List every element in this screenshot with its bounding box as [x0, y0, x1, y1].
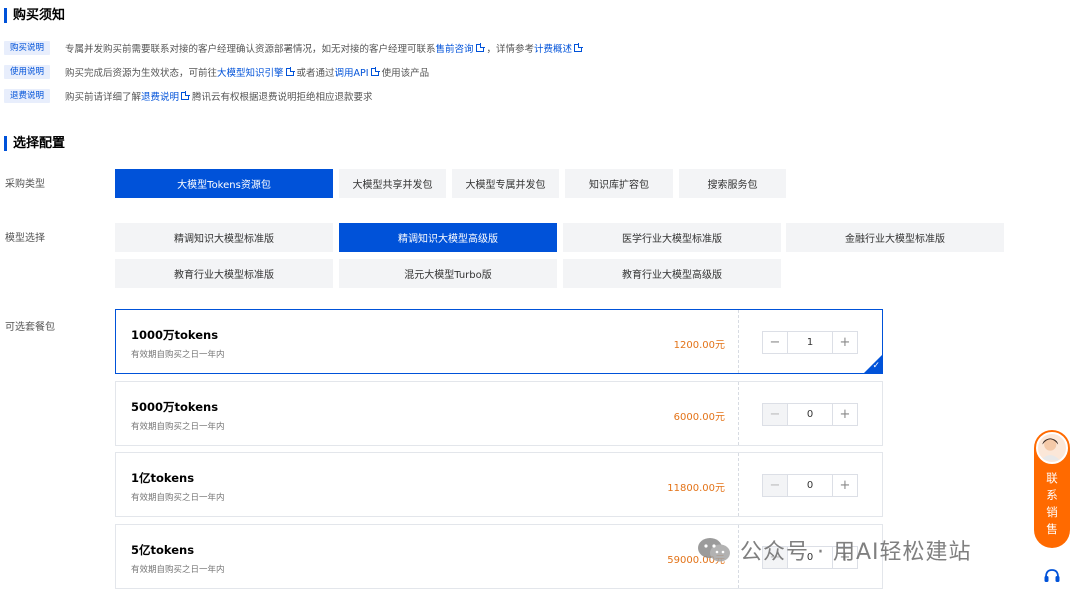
- external-link-icon: [181, 92, 190, 100]
- notice-row-refund: 退费说明 购买前请详细了解 退费说明 腾讯云有权根据退费说明拒绝相应退款要求: [4, 88, 373, 104]
- purchase-type-shared-concurrency[interactable]: 大模型共享并发包: [339, 169, 446, 198]
- notice-title: 购买须知: [4, 7, 65, 24]
- package-card[interactable]: 1000万tokens 有效期自购买之日一年内 1200.00元 − 1 + ✓: [115, 309, 883, 374]
- external-link-icon: [574, 44, 583, 52]
- decrement-button[interactable]: −: [763, 404, 788, 425]
- purchase-type-kb-expansion[interactable]: 知识库扩容包: [565, 169, 673, 198]
- model-finance-standard[interactable]: 金融行业大模型标准版: [786, 223, 1004, 252]
- model-finetune-standard[interactable]: 精调知识大模型标准版: [115, 223, 333, 252]
- package-name: 5000万tokens: [131, 400, 219, 414]
- billing-overview-link[interactable]: 计费概述: [534, 41, 572, 55]
- notice-tag: 退费说明: [4, 89, 50, 103]
- notice-text: ，详情参考: [486, 44, 535, 55]
- purchase-type-tokens[interactable]: 大模型Tokens资源包: [115, 169, 333, 198]
- package-name: 1亿tokens: [131, 471, 195, 485]
- package-validity: 有效期自购买之日一年内: [131, 422, 225, 432]
- quantity-value[interactable]: 0: [788, 404, 832, 425]
- package-validity: 有效期自购买之日一年内: [131, 350, 225, 360]
- model-label: 模型选择: [5, 233, 45, 244]
- package-validity: 有效期自购买之日一年内: [131, 493, 225, 503]
- package-card[interactable]: 5000万tokens 有效期自购买之日一年内 6000.00元 − 0 +: [115, 381, 883, 446]
- external-link-icon: [285, 68, 294, 76]
- quantity-stepper[interactable]: − 0 +: [762, 403, 858, 426]
- refund-policy-link[interactable]: 退费说明: [141, 89, 179, 103]
- watermark: 公众号 · 用AI轻松建站: [696, 532, 972, 568]
- package-label: 可选套餐包: [5, 322, 55, 333]
- contact-sales-widget[interactable]: 联系销售: [1034, 430, 1070, 548]
- external-link-icon: [475, 44, 484, 52]
- contact-sales-label: 联系销售: [1034, 470, 1070, 538]
- quantity-stepper[interactable]: − 1 +: [762, 331, 858, 354]
- knowledge-engine-link[interactable]: 大模型知识引擎: [217, 65, 284, 79]
- external-link-icon: [370, 68, 379, 76]
- contact-sales-text: 联系销售: [1046, 471, 1058, 536]
- notice-tag: 使用说明: [4, 65, 50, 79]
- model-hunyuan-turbo[interactable]: 混元大模型Turbo版: [339, 259, 557, 288]
- purchase-type-label: 采购类型: [5, 179, 45, 190]
- divider: [738, 382, 739, 445]
- check-icon: ✓: [872, 361, 880, 371]
- package-name: 5亿tokens: [131, 543, 195, 557]
- package-validity: 有效期自购买之日一年内: [131, 565, 225, 575]
- notice-text: 购买完成后资源为生效状态，可前往: [65, 68, 218, 79]
- divider: [738, 310, 739, 373]
- avatar: [1036, 432, 1068, 464]
- increment-button[interactable]: +: [832, 475, 857, 496]
- purchase-type-dedicated-concurrency[interactable]: 大模型专属并发包: [452, 169, 559, 198]
- purchase-type-search-service[interactable]: 搜索服务包: [679, 169, 786, 198]
- notice-row-usage: 使用说明 购买完成后资源为生效状态，可前往 大模型知识引擎 或者通过 调用API…: [4, 64, 429, 80]
- notice-text: 购买前请详细了解: [65, 92, 142, 103]
- increment-button[interactable]: +: [832, 332, 857, 353]
- quantity-value[interactable]: 1: [788, 332, 832, 353]
- package-price: 11800.00元: [667, 483, 725, 494]
- decrement-button[interactable]: −: [763, 332, 788, 353]
- notice-text: 腾讯云有权根据退费说明拒绝相应退款要求: [192, 92, 373, 103]
- notice-text: 使用该产品: [381, 68, 430, 79]
- package-card[interactable]: 1亿tokens 有效期自购买之日一年内 11800.00元 − 0 +: [115, 452, 883, 517]
- notice-text: 专属并发购买前需要联系对接的客户经理确认资源部署情况，如无对接的客户经理可联系: [65, 44, 436, 55]
- config-title: 选择配置: [4, 135, 65, 152]
- watermark-text: 公众号 · 用AI轻松建站: [740, 540, 972, 565]
- package-name: 1000万tokens: [131, 328, 219, 342]
- package-price: 1200.00元: [673, 340, 725, 351]
- decrement-button[interactable]: −: [763, 475, 788, 496]
- package-price: 6000.00元: [673, 412, 725, 423]
- notice-tag: 购买说明: [4, 41, 50, 55]
- call-api-link[interactable]: 调用API: [335, 65, 369, 79]
- model-education-standard[interactable]: 教育行业大模型标准版: [115, 259, 333, 288]
- model-education-advanced[interactable]: 教育行业大模型高级版: [563, 259, 781, 288]
- notice-text: 或者通过: [296, 68, 335, 79]
- model-medical-standard[interactable]: 医学行业大模型标准版: [563, 223, 781, 252]
- quantity-value[interactable]: 0: [788, 475, 832, 496]
- quantity-stepper[interactable]: − 0 +: [762, 474, 858, 497]
- wechat-icon: [698, 538, 730, 562]
- divider: [738, 453, 739, 516]
- increment-button[interactable]: +: [832, 404, 857, 425]
- model-finetune-advanced[interactable]: 精调知识大模型高级版: [339, 223, 557, 252]
- notice-row-purchase: 购买说明 专属并发购买前需要联系对接的客户经理确认资源部署情况，如无对接的客户经…: [4, 40, 585, 56]
- headset-icon[interactable]: [1043, 568, 1061, 584]
- presale-consult-link[interactable]: 售前咨询: [436, 41, 474, 55]
